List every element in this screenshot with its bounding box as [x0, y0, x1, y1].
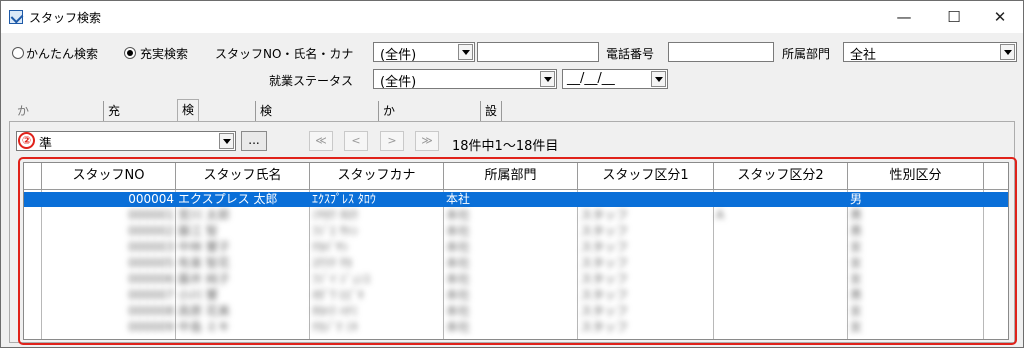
radio-full-search[interactable]: [124, 47, 136, 59]
preset-combo-value: 準: [39, 137, 53, 152]
chevron-down-icon[interactable]: [219, 133, 234, 149]
date-combo-value: __/__/__: [567, 71, 615, 86]
radio-simple-search[interactable]: [12, 47, 24, 59]
date-combo[interactable]: __/__/__: [562, 69, 668, 89]
status-label: 就業ステータス: [269, 74, 354, 88]
staff-search-combo-value: (全件): [380, 48, 417, 63]
next-page-button[interactable]: >: [380, 131, 404, 151]
radio-full-label[interactable]: 充実検索: [140, 45, 188, 62]
preset-combo[interactable]: 準: [16, 131, 236, 152]
chevron-down-icon[interactable]: [1000, 44, 1015, 60]
staff-search-label: スタッフNO・氏名・カナ: [215, 47, 354, 61]
dept-label: 所属部門: [782, 47, 831, 61]
more-button[interactable]: ...: [241, 131, 267, 151]
close-button[interactable]: ✕: [977, 1, 1023, 33]
app-icon: [9, 10, 23, 24]
tab-simple-search[interactable]: かんたん検索: [13, 101, 33, 218]
status-combo[interactable]: (全件): [373, 69, 557, 90]
highlight-frame: [18, 157, 1017, 345]
staff-search-input[interactable]: [477, 42, 599, 62]
phone-input[interactable]: [668, 42, 774, 62]
tab-quick-check[interactable]: かんたん確認: [378, 101, 399, 218]
chevron-down-icon[interactable]: [540, 71, 555, 87]
tab-settings[interactable]: 設定: [480, 101, 503, 138]
radio-simple-label[interactable]: かんたん検索: [26, 45, 98, 62]
chevron-down-icon[interactable]: [651, 71, 666, 87]
result-count: 18件中1〜18件目: [452, 139, 559, 154]
tab-search-results-photo[interactable]: 検索結果(顔写真): [255, 101, 281, 238]
prev-page-button[interactable]: <: [344, 131, 368, 151]
maximize-button[interactable]: ☐: [931, 1, 977, 33]
window-title: スタッフ検索: [29, 11, 102, 25]
minimize-button[interactable]: —: [881, 1, 927, 33]
tab-search-results[interactable]: 検索結果: [177, 99, 200, 177]
tab-full-search[interactable]: 充実検索: [103, 101, 124, 178]
first-page-button[interactable]: ≪: [309, 131, 333, 151]
staff-search-window: スタッフ検索 — ☐ ✕ かんたん検索 充実検索 スタッフNO・氏名・カナ (全…: [0, 0, 1024, 348]
phone-label: 電話番号: [606, 47, 655, 61]
callout-number: ②: [18, 132, 35, 149]
status-combo-value: (全件): [380, 75, 417, 90]
chevron-down-icon[interactable]: [458, 44, 473, 60]
staff-search-combo[interactable]: (全件): [373, 42, 475, 63]
dept-combo-value: 全社: [850, 48, 877, 63]
title-bar: スタッフ検索 — ☐ ✕: [1, 1, 1023, 33]
last-page-button[interactable]: ≫: [415, 131, 439, 151]
dept-combo[interactable]: 全社: [843, 42, 1017, 63]
